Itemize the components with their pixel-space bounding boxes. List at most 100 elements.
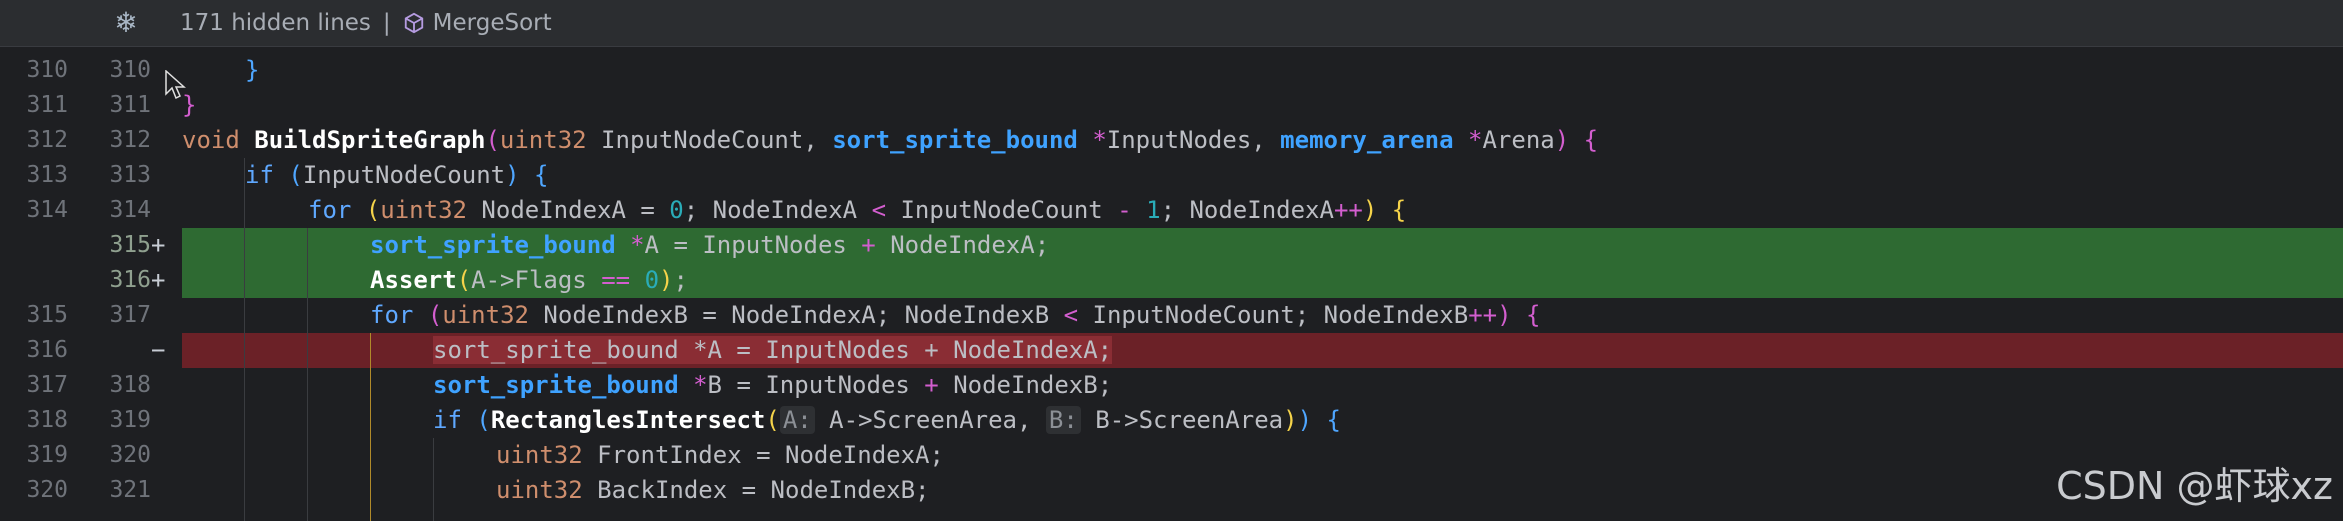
code-token: Arena [1482,126,1555,154]
operator: < [871,196,887,224]
code-line[interactable]: 311 311 } [0,88,2343,123]
keyword: if [433,406,462,434]
indent-guide-active [370,333,371,521]
code-token: InputNodeCount; NodeIndexB [1078,301,1469,329]
code-token: ; NodeIndexA [1160,196,1334,224]
code-token: A->ScreenArea, [814,406,1046,434]
type: sort_sprite_bound [433,371,679,399]
code-line[interactable]: 318 319 if (RectanglesIntersect(A: A->Sc… [0,403,2343,438]
new-line-number: 316 [109,267,151,293]
code-token: NodeIndexA = [466,196,670,224]
parameter-hint: B: [1045,406,1081,434]
number: 0 [644,266,660,294]
code-line[interactable]: 317 318 sort_sprite_bound *B = InputNode… [0,368,2343,403]
new-line-number: 310 [109,57,151,83]
code-editor[interactable]: ❄ 171 hidden lines | MergeSort 310 310 } 3… [0,0,2343,521]
folded-region-bar[interactable]: ❄ 171 hidden lines | MergeSort [0,0,2343,47]
code-token: A->Flags [471,266,602,294]
old-line-number: 314 [26,197,68,223]
fold-expand-icon[interactable]: ❄ [108,4,144,42]
code-text: } [182,88,2343,123]
brace: { [1583,126,1599,154]
type: uint32 [499,126,587,154]
old-line-number: 313 [26,162,68,188]
paren: ) [1297,406,1313,434]
paren: ( [476,406,491,434]
code-token: InputNodes, [1106,126,1281,154]
function-name: RectanglesIntersect [490,406,766,434]
breadcrumb-function[interactable]: MergeSort [433,10,552,36]
code-text: uint32 BackIndex = NodeIndexB; [182,473,2343,508]
keyword: if [245,161,274,189]
code-text: Assert(A->Flags == 0); [182,263,2343,298]
code-token: NodeIndexB; [938,371,1113,399]
code-text: sort_sprite_bound *A = InputNodes + Node… [182,333,2343,368]
operator: + [861,231,876,259]
paren: ) [659,266,674,294]
code-line-added[interactable]: 316 + Assert(A->Flags == 0); [0,263,2343,298]
new-line-number: 319 [109,407,151,433]
operator: == [601,266,631,294]
operator: < [1063,301,1079,329]
brace: { [1526,301,1541,329]
code-text: } [182,53,2343,88]
paren: ( [765,406,780,434]
closing-brace: } [245,56,260,84]
code-token: B->ScreenArea [1080,406,1284,434]
paren: ) [1283,406,1298,434]
type: uint32 [442,301,529,329]
code-text: sort_sprite_bound *A = InputNodes + Node… [182,228,2343,263]
number: 0 [669,196,684,224]
diff-marker: − [151,336,166,364]
code-text: sort_sprite_bound *B = InputNodes + Node… [182,368,2343,403]
function-name: BuildSpriteGraph [254,126,486,154]
new-line-number: 315 [109,232,151,258]
brace: { [534,161,549,189]
type: sort_sprite_bound [832,126,1078,154]
code-line[interactable]: 319 320 uint32 FrontIndex = NodeIndexA; [0,438,2343,473]
type: uint32 [496,476,583,504]
paren: ) [1554,126,1570,154]
code-text: for (uint32 NodeIndexA = 0; NodeIndexA <… [182,193,2343,228]
new-line-number: 318 [109,372,151,398]
code-line[interactable]: 312 312 void BuildSpriteGraph(uint32 Inp… [0,123,2343,158]
operator: + [924,371,939,399]
code-line[interactable]: 315 317 for (uint32 NodeIndexB = NodeInd… [0,298,2343,333]
code-line-removed[interactable]: 316 − sort_sprite_bound *A = InputNodes … [0,333,2343,368]
new-line-number: 314 [109,197,151,223]
old-line-number: 310 [26,57,68,83]
hidden-lines-count: 171 hidden lines [180,10,371,36]
new-line-number: 317 [109,302,151,328]
code-text: if (RectanglesIntersect(A: A->ScreenArea… [182,403,2343,438]
code-token: BackIndex = NodeIndexB; [582,476,930,504]
code-line[interactable]: 314 314 for (uint32 NodeIndexA = 0; Node… [0,193,2343,228]
paren: ( [365,196,381,224]
code-text: void BuildSpriteGraph(uint32 InputNodeCo… [182,123,2343,158]
type: uint32 [496,441,583,469]
paren: ) [505,161,520,189]
separator: | [382,10,391,36]
code-line[interactable]: 310 310 } [0,53,2343,88]
old-line-number: 315 [26,302,68,328]
paren: ( [485,126,500,154]
code-line[interactable]: 320 321 uint32 BackIndex = NodeIndexB; [0,473,2343,508]
paren: ) [1362,196,1378,224]
new-line-number: 311 [109,92,151,118]
code-line-added[interactable]: 315 + sort_sprite_bound *A = InputNodes … [0,228,2343,263]
diff-marker: + [151,231,166,259]
type: memory_arena [1280,126,1454,154]
pointer: * [678,371,708,399]
pointer: * [615,231,645,259]
code-line[interactable]: 313 313 if (InputNodeCount) { [0,158,2343,193]
code-text: if (InputNodeCount) { [182,158,2343,193]
new-line-number: 312 [109,127,151,153]
brace: { [1326,406,1341,434]
old-line-number: 317 [26,372,68,398]
